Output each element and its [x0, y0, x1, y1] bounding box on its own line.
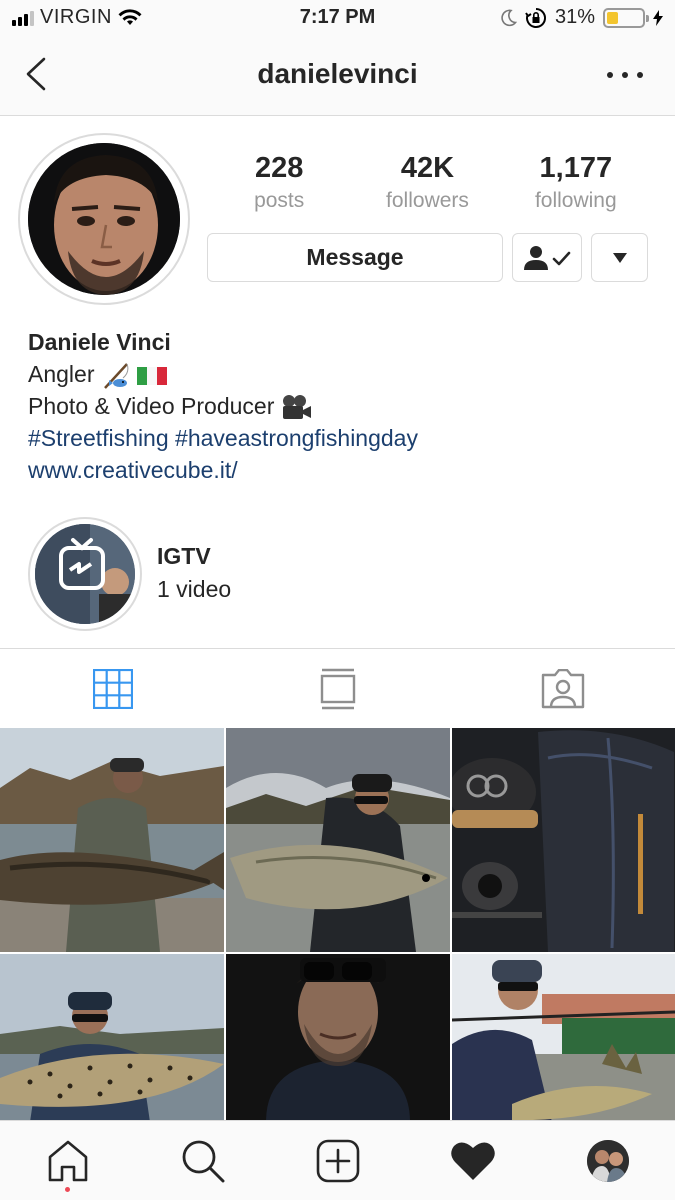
followers-label: followers	[386, 189, 469, 212]
grid-post-3[interactable]	[452, 728, 675, 952]
profile-tabs	[0, 648, 675, 728]
posts-grid	[0, 728, 675, 1120]
posts-count: 228	[254, 152, 304, 184]
avatar-image	[28, 143, 180, 295]
person-check-icon	[524, 245, 571, 270]
bio-line-1: Angler	[28, 358, 648, 390]
status-right: 31%	[499, 6, 663, 29]
posts-stat[interactable]: 228 posts	[205, 152, 353, 213]
home-icon	[48, 1140, 87, 1181]
nav-activity[interactable]	[405, 1121, 540, 1200]
status-bar: VIRGIN 7:17 PM 31%	[0, 0, 675, 38]
followers-count: 42K	[400, 152, 455, 184]
igtv-subtitle: 1 video	[157, 576, 232, 602]
fishing-pole-icon	[103, 363, 129, 389]
nav-new-post[interactable]	[270, 1121, 405, 1200]
following-stat[interactable]: 1,177 following	[502, 152, 650, 213]
list-view-icon	[320, 668, 355, 709]
suggested-dropdown-button[interactable]	[591, 233, 648, 282]
grid-post-5[interactable]	[226, 954, 450, 1120]
following-button[interactable]	[512, 233, 582, 282]
followers-stat[interactable]: 42K followers	[353, 152, 501, 213]
bio-producer-text: Photo & Video Producer	[28, 393, 275, 419]
grid-icon	[92, 668, 133, 709]
grid-post-4[interactable]	[0, 954, 224, 1120]
full-name: Daniele Vinci	[28, 329, 171, 355]
bio-angler-text: Angler	[28, 361, 95, 387]
nav-profile[interactable]	[540, 1121, 675, 1200]
grid-post-2[interactable]	[226, 728, 450, 952]
username-title: danielevinci	[257, 58, 418, 89]
more-options-button[interactable]	[607, 60, 643, 90]
profile-stats: 228 posts 42K followers 1,177 following	[205, 152, 650, 213]
website-link[interactable]: www.creativecube.it/	[28, 454, 648, 486]
search-icon	[182, 1140, 224, 1182]
home-notification-dot	[65, 1187, 70, 1192]
bio-line-2: Photo & Video Producer	[28, 390, 648, 422]
triangle-down-icon	[612, 252, 627, 263]
rotation-lock-icon	[525, 7, 546, 28]
bottom-nav	[0, 1120, 675, 1200]
moon-icon	[501, 9, 517, 26]
tagged-person-icon	[541, 668, 584, 708]
message-button[interactable]: Message	[207, 233, 503, 282]
posts-label: posts	[254, 189, 305, 212]
following-count: 1,177	[539, 152, 613, 184]
following-label: following	[534, 189, 617, 212]
tab-feed[interactable]	[225, 649, 450, 728]
battery-icon	[603, 7, 649, 28]
grid-post-1[interactable]	[0, 728, 224, 952]
profile-bio: Daniele Vinci Angler Photo & Video Produ…	[28, 326, 648, 486]
tab-grid[interactable]	[0, 649, 225, 728]
nav-search[interactable]	[135, 1121, 270, 1200]
nav-home[interactable]	[0, 1121, 135, 1200]
profile-avatar-icon	[586, 1139, 629, 1182]
igtv-title: IGTV	[157, 543, 211, 569]
plus-square-icon	[316, 1139, 359, 1182]
igtv-highlight[interactable]	[28, 517, 142, 631]
igtv-cover-image	[35, 524, 135, 624]
battery-fill	[607, 11, 618, 24]
italy-flag-icon	[137, 366, 168, 385]
movie-camera-icon	[282, 394, 311, 419]
grid-post-6[interactable]	[452, 954, 675, 1120]
heart-icon	[450, 1141, 495, 1180]
charging-icon	[653, 9, 663, 26]
tab-tagged[interactable]	[450, 649, 675, 728]
profile-avatar[interactable]	[18, 133, 190, 305]
battery-percent: 31%	[554, 6, 595, 28]
bio-hashtags[interactable]: #Streetfishing #haveastrongfishingday	[28, 422, 648, 454]
profile-header-bar: danielevinci	[0, 38, 675, 116]
more-dots-icon	[607, 72, 613, 78]
